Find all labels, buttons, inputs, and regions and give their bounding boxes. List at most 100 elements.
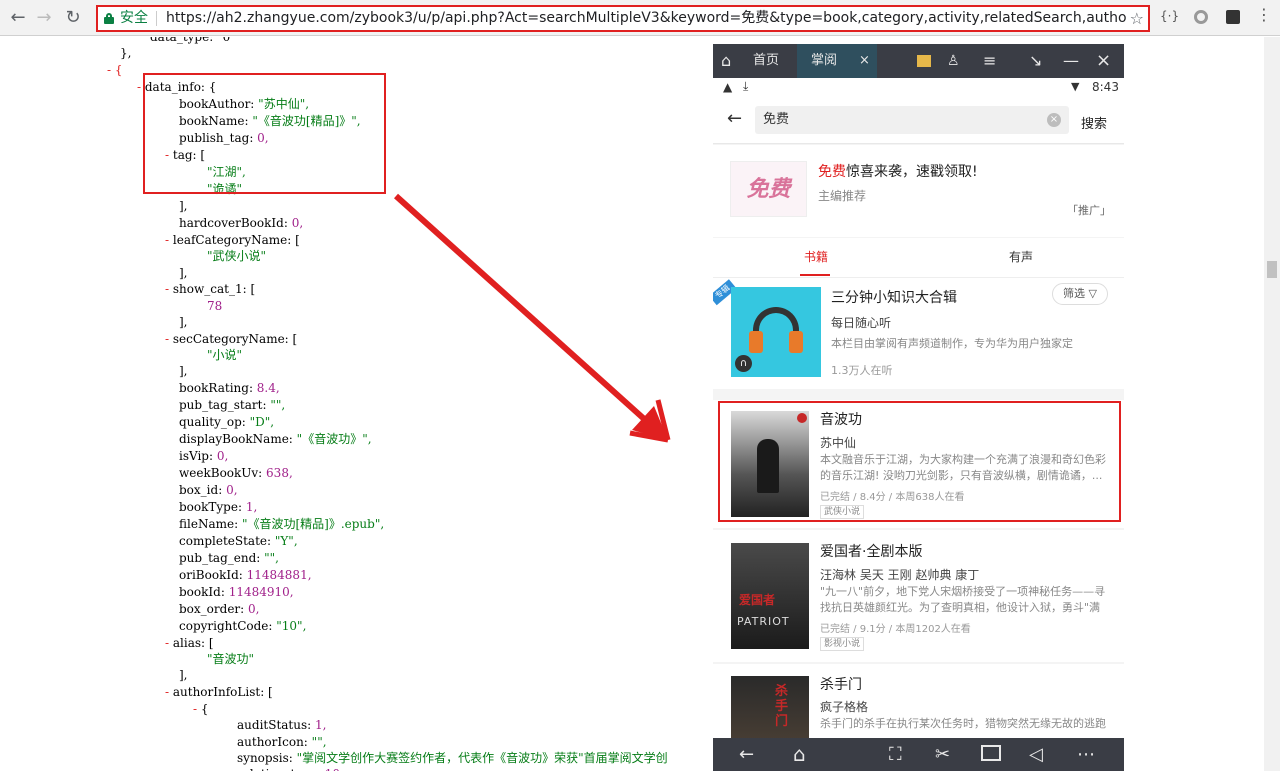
book-item[interactable]: 爱国者 PATRIOT 爱国者·全剧本版 汪海林 吴天 王刚 赵帅典 康丁 "九… <box>713 530 1124 662</box>
search-input[interactable]: 免费 × <box>755 106 1069 134</box>
url-text[interactable]: https://ah2.zhangyue.com/zybook3/u/p/api… <box>166 7 1126 30</box>
json-key: fileName: <box>179 517 242 531</box>
collapse-toggle[interactable]: - <box>165 332 173 346</box>
json-value: "《音波功[精品]》.epub", <box>241 517 385 531</box>
back-nav-icon[interactable]: ← <box>739 738 754 771</box>
tab-audio[interactable]: 有声 <box>1009 248 1033 265</box>
collapse-toggle[interactable]: - <box>165 685 173 699</box>
json-key: synopsis: <box>237 751 297 765</box>
bookmark-star-icon[interactable]: ☆ <box>1130 7 1144 30</box>
tab-books[interactable]: 书籍 <box>804 248 828 265</box>
collapse-toggle[interactable]: - <box>193 702 201 716</box>
annotation-arrow <box>393 193 671 443</box>
forward-icon[interactable]: → <box>32 6 56 30</box>
json-line: - { <box>193 701 209 718</box>
folder-icon[interactable] <box>981 745 1001 761</box>
json-value: "", <box>311 735 327 749</box>
home-icon[interactable]: ⌂ <box>721 44 731 78</box>
json-key: box_id: <box>179 483 227 497</box>
reload-icon[interactable]: ↻ <box>61 6 85 30</box>
collapse-toggle[interactable]: - { <box>107 63 123 77</box>
tab-zhangyue-label: 掌阅 <box>811 53 838 68</box>
page-scrollbar[interactable] <box>1264 37 1280 771</box>
json-line: ], <box>179 363 188 380</box>
user-key-icon[interactable]: ♙ <box>947 44 960 78</box>
back-arrow-icon[interactable]: ← <box>727 108 742 129</box>
more-icon[interactable]: ⋯ <box>1077 738 1095 771</box>
album-title: 三分钟小知识大合辑 <box>831 290 957 306</box>
json-line: box_order: 0, <box>179 601 259 618</box>
minimize-diag-icon[interactable]: ↘ <box>1029 44 1042 78</box>
promo-title: 免费惊喜来袭，速戳领取! <box>818 161 978 181</box>
tab-close-icon[interactable]: × <box>859 44 870 78</box>
promo-card[interactable]: 免费 免费惊喜来袭，速戳领取! 主编推荐 「推广」 <box>713 145 1124 237</box>
back-icon[interactable]: ← <box>6 6 30 30</box>
json-key: bookId: <box>179 585 229 599</box>
collapse-toggle[interactable]: - <box>165 636 173 650</box>
search-button[interactable]: 搜索 <box>1081 113 1107 132</box>
result-segment: 书籍 有声 <box>713 238 1124 278</box>
json-value: "", <box>264 551 279 565</box>
book-meta: 已完结 / 9.1分 / 本周1202人在看 <box>820 624 971 635</box>
book-item[interactable]: 杀手门 杀手门 疯子格格 杀手门的杀手在执行某次任务时，猎物突然无缘无故的逃跑 <box>713 664 1124 771</box>
json-line: quality_op: "D", <box>179 414 274 431</box>
minimize-icon[interactable]: — <box>1063 44 1079 78</box>
promo-image: 免费 <box>730 161 807 217</box>
secure-label: 安全 <box>120 10 148 26</box>
scissors-icon[interactable]: ✂ <box>935 738 950 771</box>
menu-dots-icon[interactable]: ⋮ <box>1256 5 1272 24</box>
collapse-toggle[interactable]: - <box>165 282 173 296</box>
json-value: 0, <box>291 216 304 230</box>
filter-label: 筛选 <box>1063 287 1086 300</box>
headphone-left-cup <box>749 331 763 353</box>
json-line: ], <box>179 198 188 215</box>
fullscreen-icon[interactable]: ⛶ <box>889 738 902 771</box>
clear-search-icon[interactable]: × <box>1047 113 1061 127</box>
json-value: 10, <box>325 767 344 771</box>
screenshot-tool-icon[interactable] <box>917 55 931 67</box>
scrollbar-thumb[interactable] <box>1267 261 1277 278</box>
album-desc: 本栏目由掌阅有声频道制作，专为华为用户独家定制。... <box>831 337 1073 350</box>
tab-zhangyue[interactable]: 掌阅 × <box>797 44 877 78</box>
json-text: }, <box>120 46 132 60</box>
json-key: pub_tag_end: <box>179 551 265 565</box>
volume-icon[interactable]: ◁ <box>1029 738 1043 771</box>
promo-subtitle: 主编推荐 <box>818 189 867 203</box>
extension-x-icon[interactable] <box>1226 10 1240 24</box>
album-meta: 1.3万人在听 <box>831 364 893 377</box>
book-tag: 影视小说 <box>820 637 865 651</box>
menu-icon[interactable]: ≡ <box>983 44 996 78</box>
json-line: box_id: 0, <box>179 482 238 499</box>
json-line: weekBookUv: 638, <box>179 465 293 482</box>
book-title: 杀手门 <box>820 677 862 693</box>
json-line: "武侠小说" <box>207 248 266 265</box>
tab-home[interactable]: 首页 <box>753 44 779 78</box>
album-author: 每日随心听 <box>831 316 892 330</box>
home-nav-icon[interactable]: ⌂ <box>793 738 806 771</box>
book-author: 汪海林 吴天 王刚 赵帅典 康丁 <box>820 568 980 582</box>
json-line: ], <box>179 314 188 331</box>
address-bar[interactable]: 安全 https://ah2.zhangyue.com/zybook3/u/p/… <box>96 5 1150 32</box>
close-window-icon[interactable]: × <box>1096 44 1111 78</box>
json-key: copyrightCode: <box>179 619 277 633</box>
filter-button[interactable]: 筛选 ▽ <box>1052 283 1108 305</box>
json-key: alias: [ <box>172 636 214 650</box>
audio-badge-icon: ∩ <box>735 355 752 372</box>
collapse-toggle[interactable]: - <box>165 233 173 247</box>
json-line: - secCategoryName: [ <box>165 331 297 348</box>
json-value: "", <box>270 398 286 412</box>
json-line: pub_tag_end: "", <box>179 550 279 567</box>
wifi-icon: ▼ <box>1071 80 1080 93</box>
json-key: bookRating: <box>179 381 257 395</box>
extension-circle-icon[interactable] <box>1194 10 1208 24</box>
json-line: isVip: 0, <box>179 448 228 465</box>
download-icon: ⤓ <box>743 79 749 93</box>
book-desc: "九一八"前夕，地下党人宋烟桥接受了一项神秘任务——寻找抗日英雄颜红光。为了查明… <box>820 585 1106 614</box>
json-value: "10", <box>276 619 307 633</box>
search-value: 免费 <box>763 112 790 127</box>
book-cover: 爱国者 PATRIOT <box>731 543 809 649</box>
json-key: leafCategoryName: [ <box>172 233 300 247</box>
json-line: data_type: "0" <box>150 37 236 46</box>
json-extension-icon[interactable]: {·} <box>1160 9 1179 23</box>
album-item[interactable]: 专辑 ∩ 三分钟小知识大合辑 每日随心听 本栏目由掌阅有声频道制作，专为华为用户… <box>713 278 1124 389</box>
